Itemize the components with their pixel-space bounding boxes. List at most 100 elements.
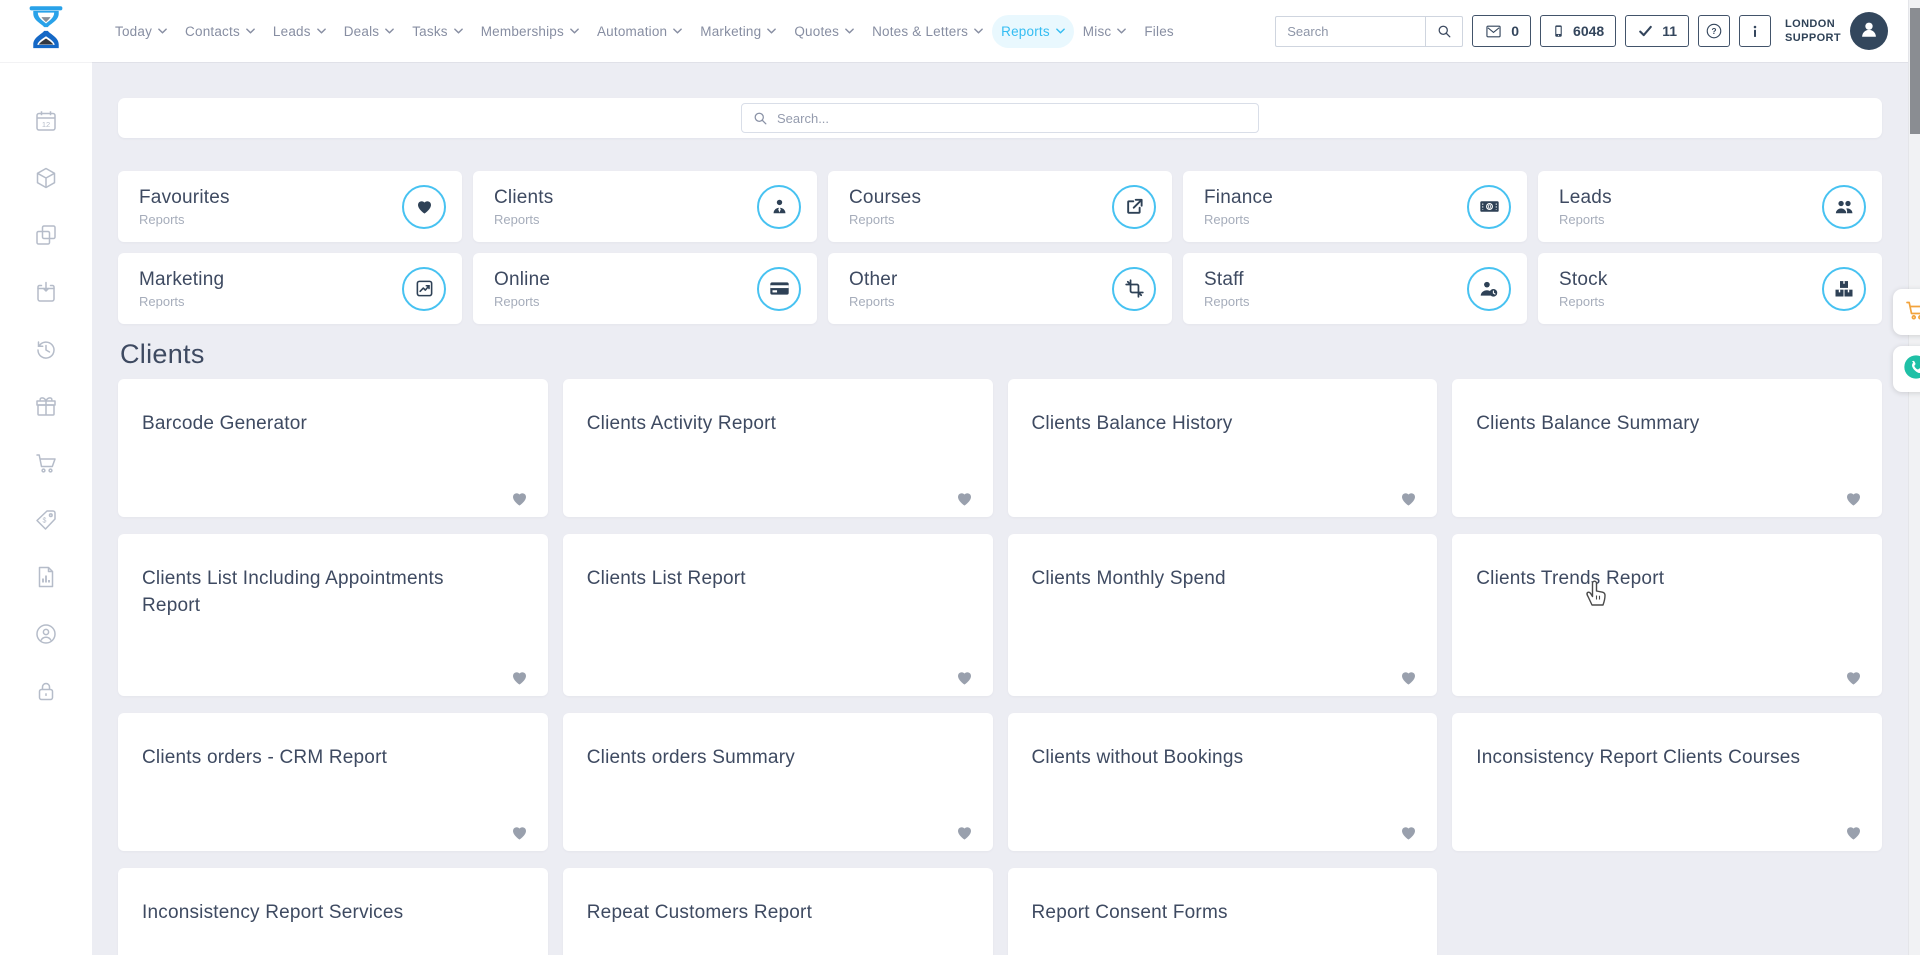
scrollbar-track[interactable] <box>1908 0 1920 955</box>
sidebar-item-report-doc[interactable] <box>34 565 58 589</box>
favourite-heart-icon[interactable] <box>510 489 529 508</box>
report-card-clients-activity-report[interactable]: Clients Activity Report <box>563 379 993 517</box>
content-search-input[interactable] <box>777 111 1247 126</box>
topbar-search-input[interactable] <box>1275 16 1425 47</box>
nav-item-deals[interactable]: Deals <box>335 15 404 48</box>
category-subtitle: Reports <box>1204 294 1250 309</box>
sidebar-item-gift[interactable] <box>34 394 58 418</box>
category-card-clients[interactable]: ClientsReports <box>473 171 817 242</box>
category-card-finance[interactable]: FinanceReports0 <box>1183 171 1527 242</box>
chevron-down-icon <box>385 28 394 34</box>
nav-item-notes-letters[interactable]: Notes & Letters <box>863 15 992 48</box>
whatsapp-icon <box>1902 353 1920 386</box>
sidebar-item-bag[interactable] <box>34 280 58 304</box>
nav-item-marketing[interactable]: Marketing <box>691 15 785 48</box>
report-card-clients-balance-summary[interactable]: Clients Balance Summary <box>1452 379 1882 517</box>
category-subtitle: Reports <box>1204 212 1273 227</box>
scrollbar-thumb[interactable] <box>1910 8 1920 134</box>
report-card-repeat-customers-report[interactable]: Repeat Customers Report <box>563 868 993 955</box>
report-title: Clients orders - CRM Report <box>142 745 472 772</box>
svg-text:12: 12 <box>42 120 50 129</box>
report-card-clients-balance-history[interactable]: Clients Balance History <box>1008 379 1438 517</box>
favourite-heart-icon[interactable] <box>955 489 974 508</box>
favourite-heart-icon[interactable] <box>1399 489 1418 508</box>
report-card-clients-orders-crm-report[interactable]: Clients orders - CRM Report <box>118 713 548 851</box>
report-title: Clients Balance Summary <box>1476 411 1806 438</box>
report-card-clients-trends-report[interactable]: Clients Trends Report <box>1452 534 1882 696</box>
favourite-heart-icon[interactable] <box>1844 668 1863 687</box>
category-card-leads[interactable]: LeadsReports <box>1538 171 1882 242</box>
favourite-heart-icon[interactable] <box>510 823 529 842</box>
category-card-other[interactable]: OtherReports <box>828 253 1172 324</box>
category-card-online[interactable]: OnlineReports <box>473 253 817 324</box>
sidebar-item-history[interactable] <box>34 337 58 361</box>
nav-label: Deals <box>344 24 380 39</box>
nav-item-today[interactable]: Today <box>106 15 176 48</box>
envelope-icon <box>1484 24 1503 39</box>
favourite-heart-icon[interactable] <box>1399 823 1418 842</box>
nav-item-tasks[interactable]: Tasks <box>403 15 472 48</box>
help-button[interactable]: ? <box>1698 15 1730 47</box>
sidebar-item-cart[interactable] <box>34 451 58 475</box>
report-title: Clients Balance History <box>1032 411 1362 438</box>
chevron-down-icon <box>974 28 983 34</box>
favourite-heart-icon[interactable] <box>955 823 974 842</box>
floating-whatsapp-button[interactable] <box>1893 346 1920 392</box>
category-text: StockReports <box>1559 269 1608 309</box>
report-title: Repeat Customers Report <box>587 900 917 927</box>
nav-item-quotes[interactable]: Quotes <box>785 15 863 48</box>
mobile-icon <box>1552 22 1565 40</box>
calls-button[interactable]: 6048 <box>1540 15 1616 47</box>
topbar-search-button[interactable] <box>1425 16 1463 47</box>
report-card-inconsistency-report-services[interactable]: Inconsistency Report Services <box>118 868 548 955</box>
main-content: FavouritesReportsClientsReportsCoursesRe… <box>92 62 1908 955</box>
sidebar-item-cube[interactable] <box>34 166 58 190</box>
nav-item-files[interactable]: Files <box>1135 15 1183 48</box>
sidebar-item-account[interactable] <box>34 622 58 646</box>
nav-item-reports[interactable]: Reports <box>992 15 1074 48</box>
report-card-barcode-generator[interactable]: Barcode Generator <box>118 379 548 517</box>
report-card-inconsistency-report-clients-courses[interactable]: Inconsistency Report Clients Courses <box>1452 713 1882 851</box>
category-card-stock[interactable]: StockReports <box>1538 253 1882 324</box>
category-card-favourites[interactable]: FavouritesReports <box>118 171 462 242</box>
favourite-heart-icon[interactable] <box>1844 489 1863 508</box>
user-name: LONDON SUPPORT <box>1785 17 1841 46</box>
favourite-heart-icon[interactable] <box>1844 823 1863 842</box>
category-icon-circle <box>757 185 801 229</box>
report-card-clients-without-bookings[interactable]: Clients without Bookings <box>1008 713 1438 851</box>
nav-item-automation[interactable]: Automation <box>588 15 691 48</box>
chevron-down-icon <box>1056 28 1065 34</box>
nav-item-contacts[interactable]: Contacts <box>176 15 264 48</box>
nav-item-memberships[interactable]: Memberships <box>472 15 588 48</box>
nav-item-leads[interactable]: Leads <box>264 15 335 48</box>
messages-button[interactable]: 0 <box>1472 15 1531 47</box>
category-card-marketing[interactable]: MarketingReports <box>118 253 462 324</box>
nav-item-misc[interactable]: Misc <box>1074 15 1136 48</box>
chevron-down-icon <box>767 28 776 34</box>
report-card-report-consent-forms[interactable]: Report Consent Forms <box>1008 868 1438 955</box>
report-card-clients-list-report[interactable]: Clients List Report <box>563 534 993 696</box>
history-icon <box>34 337 58 361</box>
hourglass-logo-icon <box>26 5 66 58</box>
category-card-staff[interactable]: StaffReports <box>1183 253 1527 324</box>
report-card-clients-monthly-spend[interactable]: Clients Monthly Spend <box>1008 534 1438 696</box>
sidebar-item-lock[interactable] <box>34 679 58 703</box>
nav-label: Reports <box>1001 24 1050 39</box>
avatar[interactable] <box>1850 12 1888 50</box>
sidebar-item-tag[interactable]: $ <box>34 508 58 532</box>
floating-cart-button[interactable] <box>1893 289 1920 335</box>
sidebar-item-calendar[interactable]: 12 <box>34 109 58 133</box>
category-card-courses[interactable]: CoursesReports <box>828 171 1172 242</box>
svg-text:?: ? <box>1711 27 1716 36</box>
tasks-button[interactable]: 11 <box>1625 15 1689 47</box>
favourite-heart-icon[interactable] <box>955 668 974 687</box>
app-logo[interactable] <box>0 5 92 58</box>
topbar-badges: 0 6048 11? <box>1472 15 1771 47</box>
favourite-heart-icon[interactable] <box>510 668 529 687</box>
info-button[interactable] <box>1739 15 1771 47</box>
category-title: Other <box>849 269 898 291</box>
favourite-heart-icon[interactable] <box>1399 668 1418 687</box>
report-card-clients-list-including-appointments-report[interactable]: Clients List Including Appointments Repo… <box>118 534 548 696</box>
sidebar-item-copy[interactable] <box>34 223 58 247</box>
report-card-clients-orders-summary[interactable]: Clients orders Summary <box>563 713 993 851</box>
